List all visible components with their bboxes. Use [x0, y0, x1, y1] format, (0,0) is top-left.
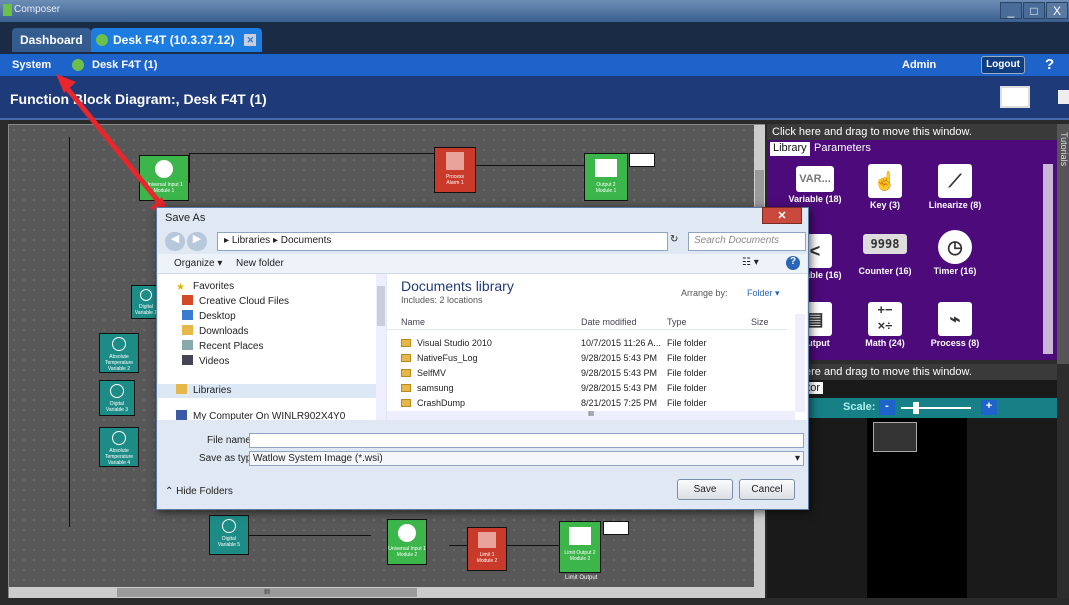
arrange-label: Arrange by:: [681, 288, 728, 298]
library-item-key[interactable]: ☝ Key (3): [845, 164, 925, 210]
view-icon[interactable]: ☷ ▾: [742, 257, 759, 268]
nav-my-computer[interactable]: My Computer On WINLR902X4Y0: [176, 410, 345, 420]
navigation-pane: ★ Favorites Creative Cloud Files Desktop …: [158, 274, 386, 420]
process-icon: ⌁: [938, 302, 972, 336]
column-size[interactable]: Size: [751, 317, 769, 327]
file-row[interactable]: NativeFus_Log 9/28/2015 5:43 PM File folde…: [397, 351, 797, 366]
tab-parameters[interactable]: Parameters: [811, 142, 874, 156]
zoom-in-button[interactable]: +: [981, 400, 997, 415]
nav-favorites[interactable]: ★ Favorites: [176, 280, 234, 294]
library-panel[interactable]: Click here and drag to move this window.…: [767, 124, 1057, 360]
library-scrollbar[interactable]: [1043, 164, 1053, 354]
library-includes[interactable]: Includes: 2 locations: [401, 295, 483, 305]
nav-scrollbar[interactable]: [376, 274, 386, 420]
search-input[interactable]: Search Documents: [688, 232, 806, 251]
file-row[interactable]: samsung 9/28/2015 5:43 PM File folder: [397, 381, 797, 396]
tutorials-tab[interactable]: Tutorials: [1057, 124, 1069, 364]
star-icon: ★: [176, 282, 185, 293]
forward-button[interactable]: ▶: [187, 232, 207, 251]
nav-creative-cloud[interactable]: Creative Cloud Files: [182, 295, 289, 309]
filetype-select[interactable]: Watlow System Image (*.wsi) ▾: [249, 451, 804, 466]
breadcrumb-documents[interactable]: Documents: [281, 235, 332, 246]
folder-icon: [401, 384, 411, 392]
navigator-minimap[interactable]: [867, 418, 967, 598]
nav-recent-places[interactable]: Recent Places: [182, 340, 263, 354]
back-button[interactable]: ◀: [165, 232, 185, 251]
breadcrumb-libraries[interactable]: Libraries: [232, 235, 270, 246]
scale-slider[interactable]: [901, 407, 971, 409]
library-item-counter[interactable]: 9998 Counter (16): [845, 234, 925, 276]
linearize-icon: ⟋: [938, 164, 972, 198]
slider-thumb[interactable]: [913, 402, 919, 414]
cancel-button[interactable]: Cancel: [739, 479, 795, 500]
counter-icon: 9998: [863, 234, 907, 254]
column-type[interactable]: Type: [667, 317, 687, 327]
library-title: Documents library: [401, 278, 514, 294]
address-bar[interactable]: ▸ Libraries ▸ Documents: [217, 232, 668, 251]
key-icon: ☝: [868, 164, 902, 198]
hide-folders-toggle[interactable]: ⌃ Hide Folders: [165, 486, 233, 497]
file-list: Documents library Includes: 2 locations …: [387, 274, 807, 420]
dialog-title: Save As: [165, 212, 206, 224]
tab-library[interactable]: Library: [770, 142, 810, 156]
math-icon: +− ×÷: [868, 302, 902, 336]
file-row[interactable]: Visual Studio 2010 10/7/2015 11:26 A... Fi…: [397, 336, 797, 351]
nav-videos[interactable]: Videos: [182, 355, 229, 369]
zoom-out-button[interactable]: -: [879, 400, 895, 415]
folder-icon: ▸: [224, 235, 232, 246]
column-name[interactable]: Name: [401, 317, 425, 327]
library-item-timer[interactable]: ◷ Timer (16): [915, 230, 995, 276]
library-item-process[interactable]: ⌁ Process (8): [915, 302, 995, 348]
right-panel: Click here and drag to move this window.…: [767, 124, 1069, 598]
file-list-scrollbar[interactable]: [795, 314, 805, 412]
filename-label: File name:: [207, 435, 254, 446]
viewport-indicator[interactable]: [873, 422, 917, 452]
chevron-up-icon: ⌃: [165, 486, 177, 497]
scale-label: Scale:: [843, 401, 876, 413]
folder-icon: [401, 354, 411, 362]
organize-button[interactable]: Organize ▾: [174, 258, 222, 269]
var-icon: VAR...: [796, 166, 834, 192]
nav-downloads[interactable]: Downloads: [182, 325, 248, 339]
file-list-hscrollbar[interactable]: III: [387, 411, 795, 420]
nav-desktop[interactable]: Desktop: [182, 310, 236, 324]
refresh-icon[interactable]: ↻: [670, 234, 678, 245]
dialog-close-button[interactable]: ✕: [762, 207, 802, 224]
arrange-dropdown[interactable]: Folder ▾: [747, 288, 780, 299]
library-item-variable[interactable]: VAR... Variable (18): [775, 166, 855, 204]
filename-input[interactable]: [249, 433, 804, 448]
nav-libraries[interactable]: Libraries: [158, 384, 376, 398]
file-row[interactable]: SelfMV 9/28/2015 5:43 PM File folder: [397, 366, 797, 381]
folder-icon: [401, 339, 411, 347]
save-button[interactable]: Save: [677, 479, 733, 500]
file-row[interactable]: CrashDump 8/21/2015 7:25 PM File folder: [397, 396, 797, 411]
help-icon[interactable]: ?: [786, 256, 800, 270]
library-item-math[interactable]: +− ×÷ Math (24): [845, 302, 925, 348]
folder-icon: [401, 399, 411, 407]
timer-icon: ◷: [938, 230, 972, 264]
navigator-panel[interactable]: Click here and drag to move this window.…: [767, 364, 1057, 598]
library-drag-bar[interactable]: Click here and drag to move this window.: [767, 124, 1057, 140]
navigator-drag-bar[interactable]: Click here and drag to move this window.: [767, 364, 1057, 380]
new-folder-button[interactable]: New folder: [236, 258, 284, 269]
folder-icon: [401, 369, 411, 377]
chevron-down-icon: ▾: [794, 453, 800, 464]
scale-bar: Scale: - +: [767, 398, 1057, 418]
command-bar: Organize ▾ New folder ☷ ▾ ?: [158, 254, 807, 274]
column-date[interactable]: Date modified: [581, 317, 637, 327]
library-item-linearize[interactable]: ⟋ Linearize (8): [915, 164, 995, 210]
save-as-dialog: Save As ✕ ◀ ▶ ▸ Libraries ▸ Documents ↻ …: [156, 207, 809, 510]
column-headers: Name Date modified Type Size: [387, 314, 787, 330]
